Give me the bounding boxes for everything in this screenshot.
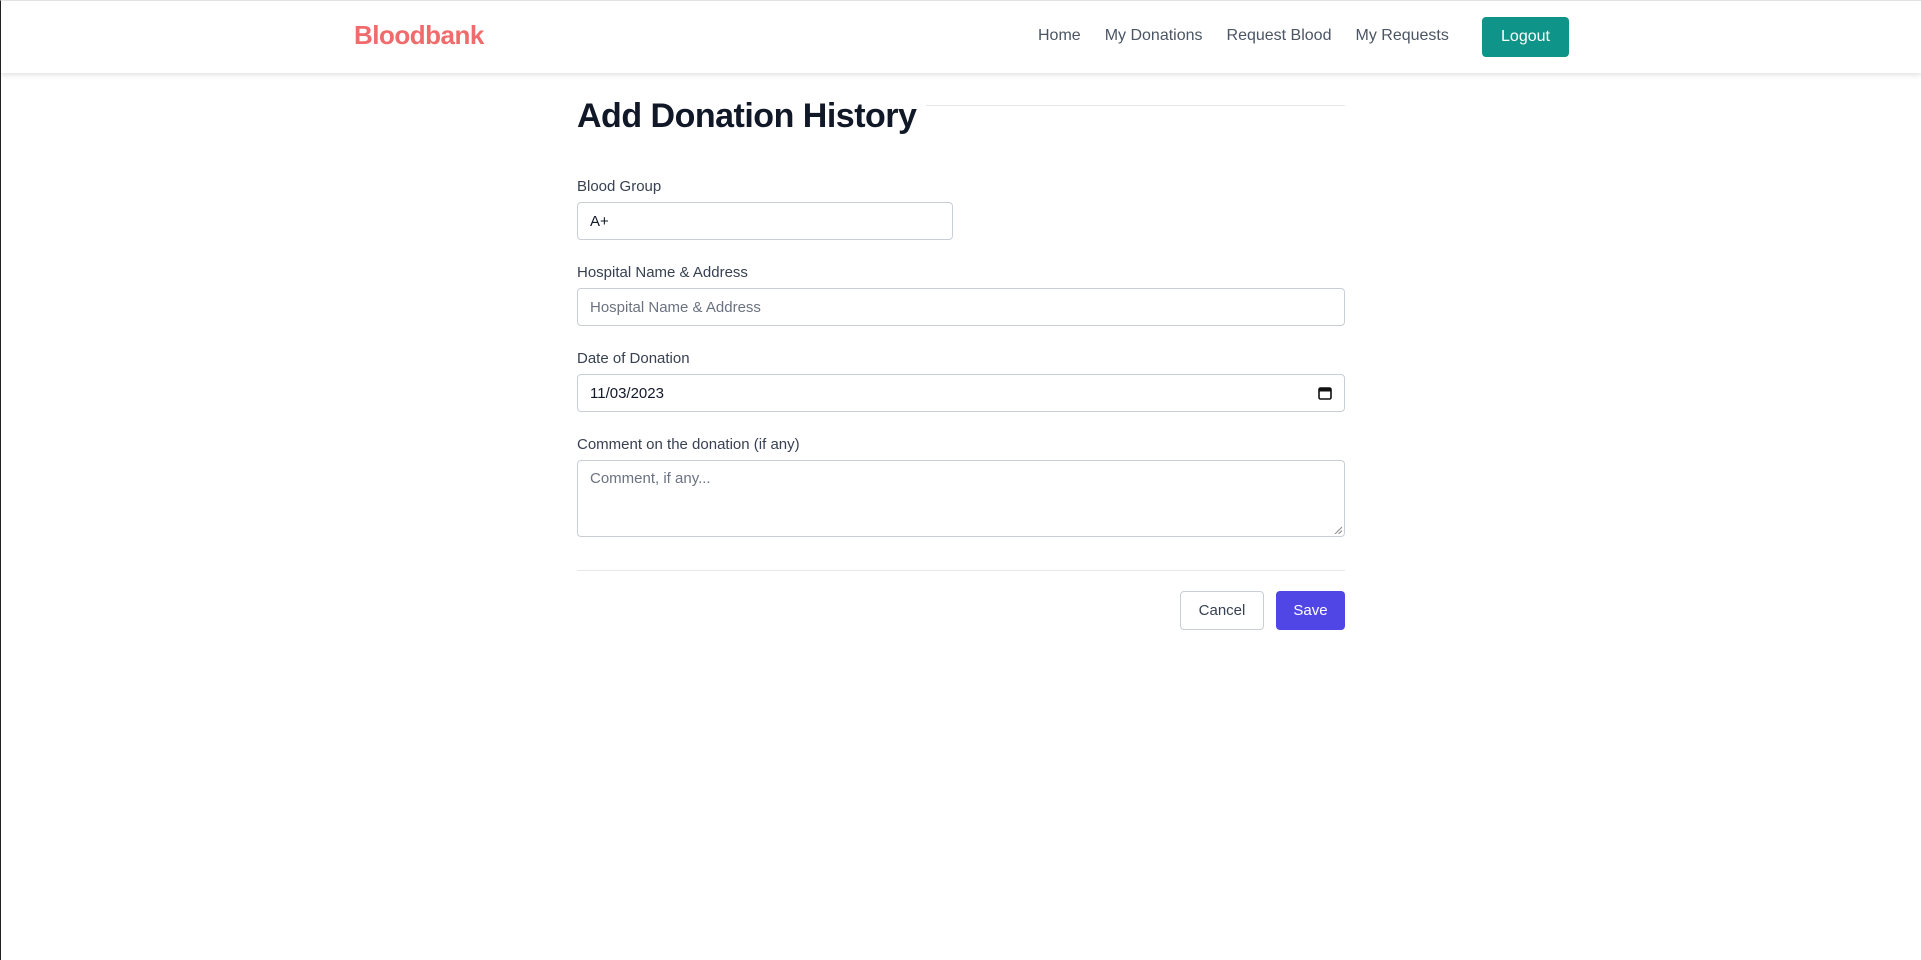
date-label: Date of Donation [577, 350, 690, 367]
hospital-label: Hospital Name & Address [577, 264, 748, 281]
form-divider [577, 570, 1345, 571]
nav-links: Home My Donations Request Blood My Reque… [1038, 27, 1449, 45]
nav-link-my-requests[interactable]: My Requests [1355, 27, 1448, 45]
date-value: 11/03/2023 [590, 384, 664, 402]
comment-wrap [577, 460, 1345, 537]
blood-group-input[interactable] [577, 202, 953, 240]
navbar: Bloodbank Home My Donations Request Bloo… [1, 1, 1921, 73]
cancel-button[interactable]: Cancel [1180, 591, 1264, 630]
brand-logo[interactable]: Bloodbank [354, 20, 484, 51]
blood-group-label: Blood Group [577, 178, 662, 195]
calendar-icon[interactable] [1318, 386, 1332, 400]
nav-link-home[interactable]: Home [1038, 27, 1081, 45]
resize-grip-icon[interactable] [1334, 526, 1342, 534]
nav-link-request-blood[interactable]: Request Blood [1227, 27, 1332, 45]
comment-label: Comment on the donation (if any) [577, 436, 800, 453]
hospital-input[interactable] [577, 288, 1345, 326]
logout-button[interactable]: Logout [1482, 17, 1569, 57]
save-button[interactable]: Save [1276, 591, 1345, 630]
date-field[interactable]: 11/03/2023 [577, 374, 1345, 412]
date-input[interactable]: 11/03/2023 [577, 374, 1345, 412]
page-title: Add Donation History [577, 97, 927, 136]
comment-textarea[interactable] [577, 460, 1345, 537]
nav-link-my-donations[interactable]: My Donations [1105, 27, 1203, 45]
